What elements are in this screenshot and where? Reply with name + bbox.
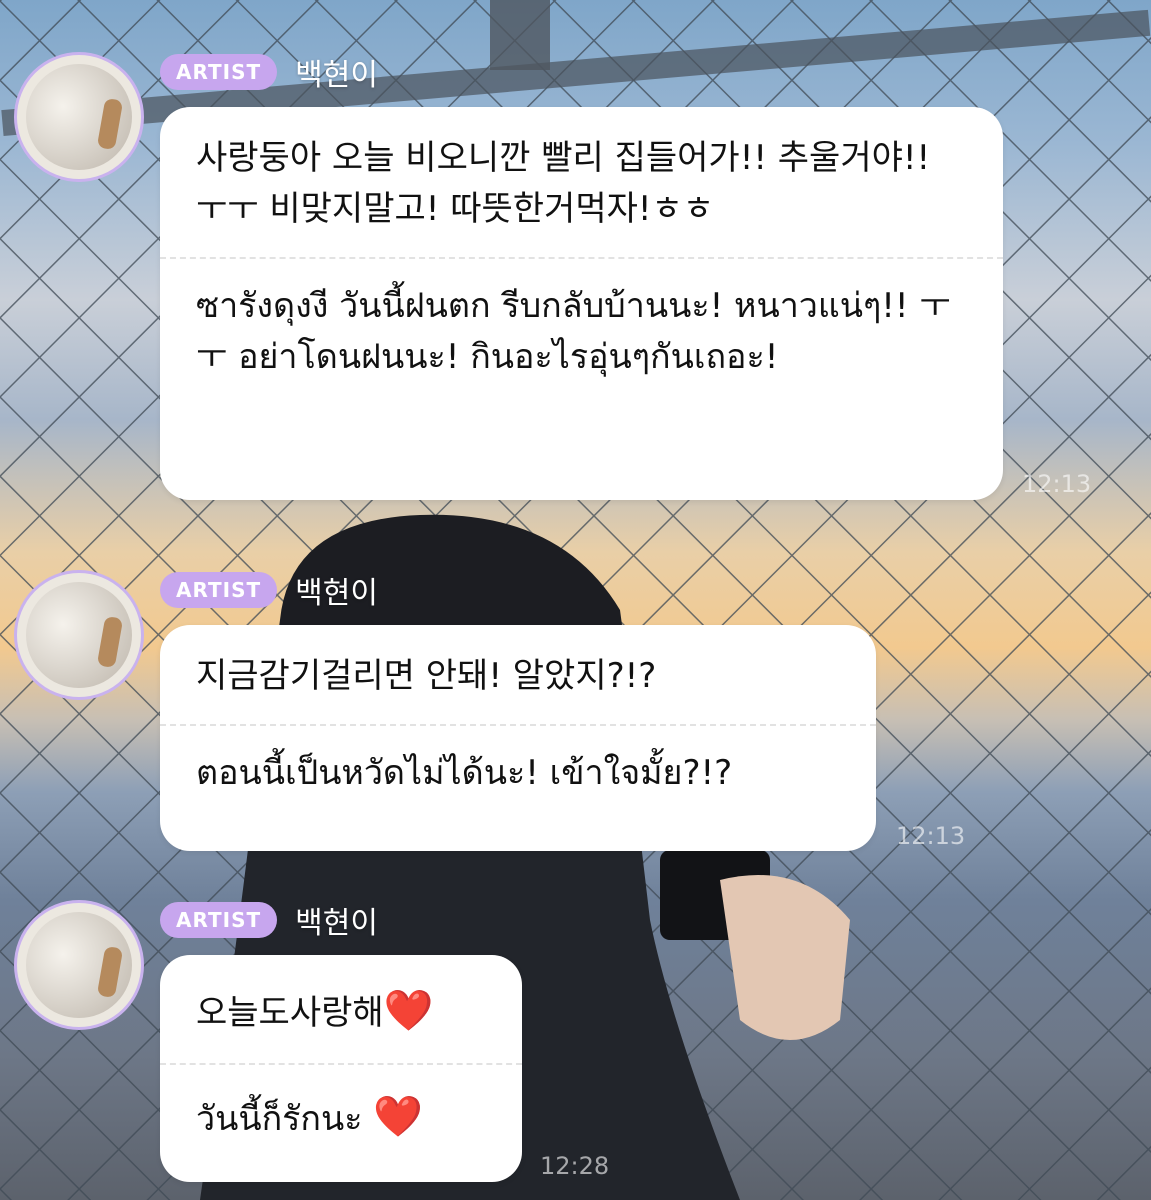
message-timestamp: 12:13 [896,822,966,850]
message-timestamp: 12:13 [1022,470,1092,498]
message-header: ARTIST 백현이 [160,50,378,94]
artist-badge: ARTIST [160,902,278,938]
translation-divider [160,724,876,726]
message-timestamp: 12:28 [540,1152,610,1180]
heart-icon: ❤️ [373,1094,424,1140]
message-bubble[interactable]: 지금감기걸리면 안돼! 알았지?!? ตอนนี้เป็นหวัดไม่ได้น… [160,625,876,851]
artist-avatar[interactable] [14,900,144,1030]
message-header: ARTIST 백현이 [160,568,378,612]
artist-badge: ARTIST [160,54,278,90]
message-header: ARTIST 백현이 [160,898,378,942]
message-bubble[interactable]: 오늘도사랑해❤️ วันนี้ก็รักนะ ❤️ [160,955,522,1182]
message-text-korean: 사랑둥아 오늘 비오니깐 빨리 집들어가!! 추울거야!! ㅜㅜ 비맞지말고! … [196,138,931,229]
message-bubble[interactable]: 사랑둥아 오늘 비오니깐 빨리 집들어가!! 추울거야!! ㅜㅜ 비맞지말고! … [160,107,1003,500]
translation-divider [160,1063,522,1065]
message-line-thai: วันนี้ก็รักนะ ❤️ [196,1087,486,1147]
message-text-korean: 지금감기걸리면 안돼! 알았지?!? [196,656,657,696]
heart-icon: ❤️ [383,988,434,1034]
author-name[interactable]: 백현이 [295,50,378,94]
message-text-thai: ซารังดุงงี วันนี้ฝนตก รีบกลับบ้านนะ! หนา… [196,286,951,377]
message-text-korean: 오늘도사랑해 [196,993,384,1033]
author-name[interactable]: 백현이 [295,568,378,612]
translation-divider [160,257,1003,259]
artist-badge: ARTIST [160,572,278,608]
artist-avatar[interactable] [14,570,144,700]
artist-avatar[interactable] [14,52,144,182]
message-line-korean: 오늘도사랑해❤️ [196,981,486,1041]
message-text-thai: วันนี้ก็รักนะ [196,1099,363,1139]
message-text-thai: ตอนนี้เป็นหวัดไม่ได้นะ! เข้าใจมั้ย?!? [196,753,733,793]
author-name[interactable]: 백현이 [295,898,378,942]
